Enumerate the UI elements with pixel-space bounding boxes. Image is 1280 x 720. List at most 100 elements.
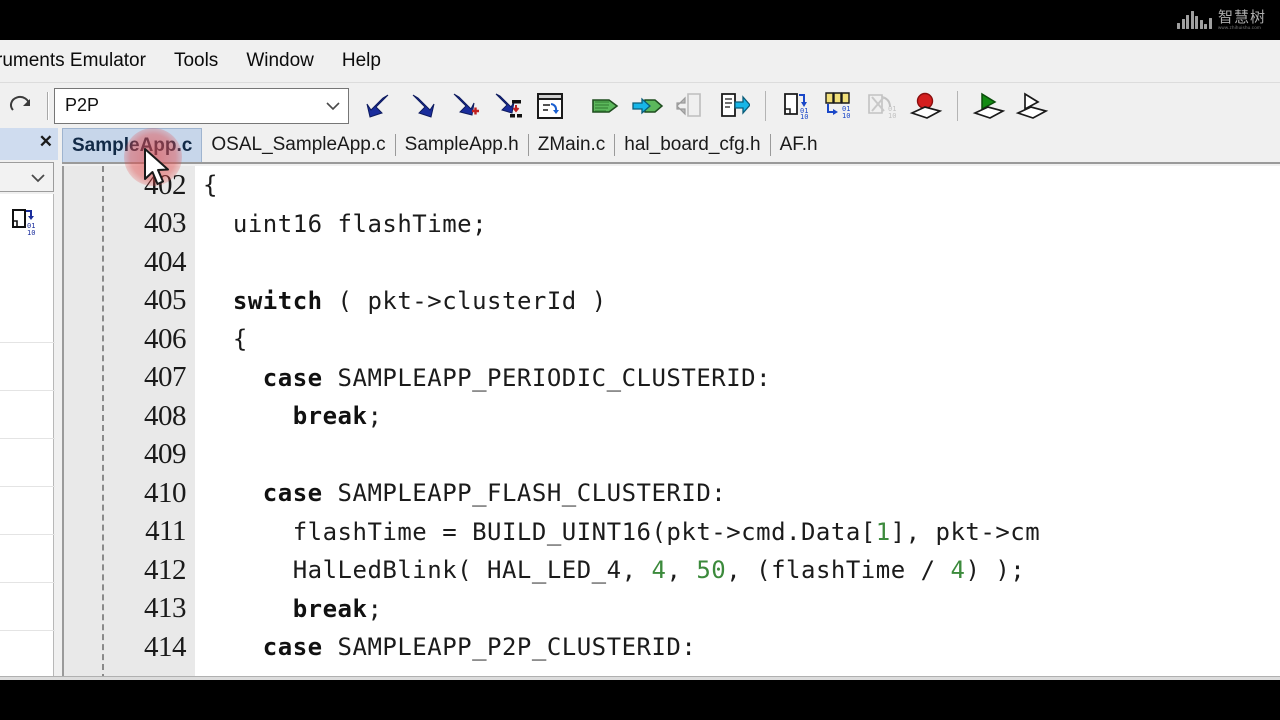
- code-token-num: 4: [651, 556, 667, 585]
- tab-af-h[interactable]: AF.h: [771, 128, 827, 162]
- code-editor[interactable]: 402{403 uint16 flashTime; 404 405 switch (…: [62, 166, 1280, 680]
- stop-debugger-icon[interactable]: [907, 86, 945, 126]
- tag-icon[interactable]: [586, 86, 624, 126]
- left-dock-body[interactable]: 01 10: [0, 194, 55, 680]
- code-line[interactable]: 409: [64, 436, 1280, 475]
- code-token-sym: SAMPLEAPP_FLASH_CLUSTERID:: [322, 479, 727, 508]
- code-line[interactable]: 402 {: [64, 166, 1280, 205]
- line-number: 411: [145, 515, 186, 548]
- code-token-sym: , (flashTime /: [726, 556, 951, 585]
- watermark-text: 智慧树: [1217, 7, 1266, 26]
- code-text: {: [195, 325, 1280, 353]
- tab-zmain-c[interactable]: ZMain.c: [529, 128, 615, 162]
- tab-label: ZMain.c: [537, 134, 606, 155]
- next-doc-icon[interactable]: [715, 86, 753, 126]
- configuration-combo[interactable]: P2P: [54, 87, 349, 124]
- svg-text:10: 10: [800, 113, 808, 121]
- tab-label: SampleApp.c: [72, 134, 193, 156]
- menu-bar: ruments Emulator Tools Window Help: [0, 40, 1280, 82]
- debug-without-download-icon[interactable]: 01 10: [864, 86, 902, 126]
- add-files-icon[interactable]: [445, 86, 483, 126]
- toolbar-buttons: 01 10 01 10 01 10: [359, 83, 1051, 129]
- code-line[interactable]: 414 case SAMPLEAPP_P2P_CLUSTERID:: [64, 628, 1280, 667]
- svg-text:10: 10: [27, 229, 35, 236]
- tab-sampleapp-c[interactable]: SampleApp.c: [62, 128, 203, 162]
- chevron-down-icon[interactable]: [318, 100, 348, 112]
- code-token-sym: flashTime = BUILD_UINT16(pkt->cmd.Data[: [203, 517, 876, 546]
- tab-sampleapp-h[interactable]: SampleApp.h: [396, 128, 528, 162]
- code-token-sym: [203, 287, 233, 315]
- line-number: 408: [144, 399, 187, 432]
- code-token-sym: ) );: [965, 556, 1026, 585]
- menu-item-window[interactable]: Window: [232, 46, 328, 76]
- code-line[interactable]: 406 {: [64, 320, 1280, 359]
- edit-configurations-icon[interactable]: [531, 86, 569, 126]
- download-all-icon[interactable]: 01 10: [821, 86, 859, 126]
- next-tag-icon[interactable]: [629, 86, 667, 126]
- code-token-sym: [203, 479, 263, 507]
- line-number: 405: [144, 284, 187, 317]
- ide-window: ruments Emulator Tools Window Help P2P 0…: [0, 40, 1280, 680]
- code-line[interactable]: 403 uint16 flashTime;: [64, 205, 1280, 244]
- letterbox-top: [0, 0, 1280, 40]
- line-number: 404: [144, 245, 187, 278]
- code-token-sym: {: [203, 171, 218, 200]
- tab-label: hal_board_cfg.h: [624, 134, 761, 155]
- tab-hal-board-cfg-h[interactable]: hal_board_cfg.h: [615, 128, 769, 162]
- menu-item-emulator[interactable]: ruments Emulator: [0, 46, 160, 76]
- go-icon[interactable]: [970, 86, 1008, 126]
- line-number: 413: [144, 592, 187, 625]
- line-number: 407: [144, 361, 187, 394]
- tab-label: AF.h: [779, 134, 818, 155]
- tab-osal-sampleapp-c[interactable]: OSAL_SampleApp.c: [202, 128, 394, 162]
- code-line[interactable]: 404: [64, 243, 1280, 282]
- svg-text:10: 10: [842, 112, 850, 120]
- step-icon[interactable]: [1013, 86, 1051, 126]
- code-token-sym: HalLedBlink( HAL_LED_4,: [203, 556, 652, 585]
- make-icon[interactable]: [359, 86, 397, 126]
- code-line[interactable]: 411 flashTime = BUILD_UINT16(pkt->cmd.Da…: [64, 513, 1280, 552]
- editor-tab-strip: SampleApp.c OSAL_SampleApp.c SampleApp.h…: [62, 128, 1280, 164]
- code-token-sym: [203, 595, 293, 623]
- line-number: 406: [144, 322, 187, 355]
- download-file-icon[interactable]: 01 10: [11, 208, 41, 241]
- menu-item-tools[interactable]: Tools: [160, 46, 232, 76]
- prev-doc-icon[interactable]: [672, 86, 710, 126]
- code-text: case SAMPLEAPP_PERIODIC_CLUSTERID:: [195, 364, 1280, 392]
- close-icon[interactable]: ✕: [39, 133, 53, 150]
- code-token-sym: ,: [666, 556, 697, 585]
- code-text: flashTime = BUILD_UINT16(pkt->cmd.Data[1…: [195, 518, 1280, 546]
- code-token-sym: ;: [367, 594, 383, 623]
- code-line[interactable]: 407 case SAMPLEAPP_PERIODIC_CLUSTERID:: [64, 359, 1280, 398]
- code-text: case SAMPLEAPP_P2P_CLUSTERID:: [195, 633, 1280, 661]
- download-active-app-icon[interactable]: 01 10: [778, 86, 816, 126]
- code-token-sym: [203, 364, 263, 392]
- code-line[interactable]: 410 case SAMPLEAPP_FLASH_CLUSTERID:: [64, 474, 1280, 513]
- batch-build-icon[interactable]: [488, 86, 526, 126]
- code-text: break;: [195, 402, 1280, 430]
- code-token-sym: SAMPLEAPP_P2P_CLUSTERID:: [322, 633, 697, 662]
- code-token-sym: uint16 flashTime;: [203, 209, 488, 238]
- code-token-kw: switch: [232, 286, 323, 315]
- toolbar-divider-2: [957, 90, 958, 121]
- line-number: 410: [144, 476, 187, 509]
- watermark-url: www.zhihuishu.com: [1217, 25, 1261, 30]
- toolbar-separator: [47, 91, 49, 120]
- code-token-sym: [203, 402, 293, 430]
- code-lines: 402{403 uint16 flashTime; 404 405 switch (…: [64, 166, 1280, 667]
- code-token-sym: ], pkt->cm: [890, 517, 1041, 546]
- code-line[interactable]: 408 break;: [64, 397, 1280, 436]
- code-line[interactable]: 412 HalLedBlink( HAL_LED_4, 4, 50, (flas…: [64, 551, 1280, 590]
- compile-icon[interactable]: [402, 86, 440, 126]
- toolbar-divider: [765, 90, 766, 121]
- menu-item-help[interactable]: Help: [328, 46, 395, 76]
- code-line[interactable]: 405 switch ( pkt->clusterId ): [64, 282, 1280, 321]
- code-token-kw: break: [292, 402, 368, 431]
- code-token-num: 50: [696, 556, 727, 585]
- left-dock-combo[interactable]: [0, 162, 54, 192]
- redo-arrow-icon[interactable]: [0, 89, 44, 123]
- workspace: ✕ 01 10 SampleApp.c OSAL_SampleApp.c Sam…: [0, 128, 1280, 680]
- code-token-sym: SAMPLEAPP_PERIODIC_CLUSTERID:: [322, 363, 772, 392]
- code-line[interactable]: 413 break;: [64, 590, 1280, 629]
- code-token-sym: [203, 633, 263, 661]
